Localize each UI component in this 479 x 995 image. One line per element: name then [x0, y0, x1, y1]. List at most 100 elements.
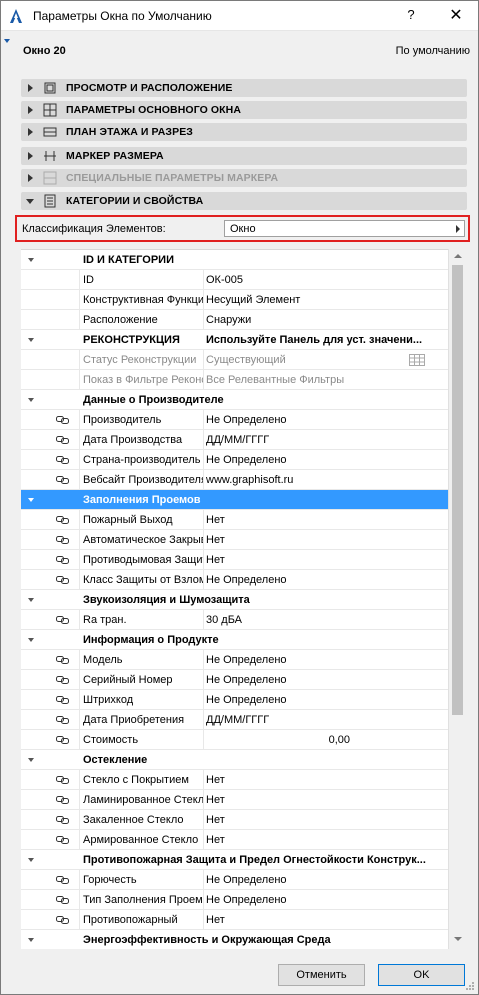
scrollbar[interactable] [448, 249, 465, 949]
collapse-icon[interactable] [28, 598, 34, 602]
ok-button[interactable]: OK [378, 964, 465, 986]
tree-property-row[interactable]: ID ОК-005 [21, 270, 448, 290]
collapse-icon[interactable] [28, 258, 34, 262]
tree-property-row[interactable]: Дата Приобретения ДД/ММ/ГГГГ [21, 710, 448, 730]
property-value[interactable]: Снаружи [206, 314, 251, 326]
panel-header[interactable]: КАТЕГОРИИ И СВОЙСТВА [21, 192, 467, 210]
property-value[interactable]: Нет [206, 814, 225, 826]
tree-property-row[interactable]: Показ в Фильтре РеконструкцииВсе Релеван… [21, 370, 448, 390]
tree-group-row[interactable]: Заполнения Проемов [21, 490, 448, 510]
tree-property-row[interactable]: Ламинированное Стекло Нет [21, 790, 448, 810]
property-name: Показ в Фильтре Реконструкции [83, 374, 203, 386]
property-value[interactable]: Не Определено [206, 654, 287, 666]
cancel-button[interactable]: Отменить [278, 964, 365, 986]
column-divider [79, 870, 80, 889]
tree-property-row[interactable]: Страна-производитель Не Определено [21, 450, 448, 470]
tree-property-row[interactable]: Расположение Снаружи [21, 310, 448, 330]
panel-header[interactable]: ПЛАН ЭТАЖА И РАЗРЕЗ [21, 123, 467, 141]
property-value[interactable]: 30 дБА [206, 614, 242, 626]
property-value[interactable]: Нет [206, 914, 225, 926]
property-value[interactable]: Несущий Элемент [206, 294, 300, 306]
tree-property-row[interactable]: Тип Заполнения Проема Не Определено [21, 890, 448, 910]
property-value[interactable]: Не Определено [206, 694, 287, 706]
tree-property-row[interactable]: Модель Не Определено [21, 650, 448, 670]
property-value: Используйте Панель для уст. значени... [206, 334, 423, 346]
help-button[interactable]: ? [399, 7, 423, 25]
property-value[interactable]: www.graphisoft.ru [206, 474, 293, 486]
tree-group-row[interactable]: РЕКОНСТРУКЦИЯ Используйте Панель для уст.… [21, 330, 448, 350]
property-value[interactable]: Все Релевантные Фильтры [206, 374, 344, 386]
tree-property-row[interactable]: Стекло с Покрытием Нет [21, 770, 448, 790]
collapse-icon[interactable] [28, 858, 34, 862]
property-value[interactable]: Нет [206, 534, 225, 546]
scroll-up-icon[interactable] [454, 254, 462, 258]
chevron-right-icon [28, 128, 33, 136]
favorites-arrow-icon[interactable] [4, 39, 10, 43]
property-value[interactable]: Нет [206, 794, 225, 806]
tree-property-row[interactable]: Статус Реконструкции Существующий [21, 350, 448, 370]
collapse-icon[interactable] [28, 338, 34, 342]
tree-property-row[interactable]: Серийный Номер Не Определено [21, 670, 448, 690]
tree-property-row[interactable]: Закаленное Стекло Нет [21, 810, 448, 830]
property-value[interactable]: Не Определено [206, 574, 287, 586]
column-divider [203, 550, 204, 569]
tree-property-row[interactable]: Противопожарный Нет [21, 910, 448, 930]
property-value[interactable]: ДД/ММ/ГГГГ [206, 434, 269, 446]
property-value[interactable]: Не Определено [206, 414, 287, 426]
property-value[interactable]: ОК-005 [206, 274, 243, 286]
panel-header[interactable]: СПЕЦИАЛЬНЫЕ ПАРАМЕТРЫ МАРКЕРА [21, 169, 467, 187]
tree-group-row[interactable]: Звукоизоляция и Шумозащита [21, 590, 448, 610]
tree-property-row[interactable]: Производитель Не Определено [21, 410, 448, 430]
tree-group-row[interactable]: Информация о Продукте [21, 630, 448, 650]
property-value[interactable]: ДД/ММ/ГГГГ [206, 714, 269, 726]
collapse-icon[interactable] [28, 398, 34, 402]
panel-header[interactable]: ПАРАМЕТРЫ ОСНОВНОГО ОКНА [21, 101, 467, 119]
tree-property-row[interactable]: Стоимость 0,00 [21, 730, 448, 750]
tree-property-row[interactable]: Автоматическое ЗакрываниеНет [21, 530, 448, 550]
column-divider [79, 470, 80, 489]
group-label: Остекление [83, 754, 148, 766]
panel-header[interactable]: ПРОСМОТР И РАСПОЛОЖЕНИЕ [21, 79, 467, 97]
property-value[interactable]: Не Определено [206, 454, 287, 466]
tree-property-row[interactable]: Дата Производства ДД/ММ/ГГГГ [21, 430, 448, 450]
classification-select[interactable]: Окно [224, 220, 465, 237]
resize-grip-icon[interactable] [465, 981, 475, 991]
close-button[interactable]: ✕ [444, 5, 468, 25]
panel-header[interactable]: МАРКЕР РАЗМЕРА [21, 147, 467, 165]
collapse-icon[interactable] [28, 498, 34, 502]
collapse-icon[interactable] [28, 938, 34, 942]
tree-group-row[interactable]: Энергоэффективность и Окружающая Среда [21, 930, 448, 949]
property-value[interactable]: Нет [206, 834, 225, 846]
tree-property-row[interactable]: Класс Защиты от Взлома Не Определено [21, 570, 448, 590]
link-icon [56, 716, 69, 724]
tree-property-row[interactable]: Противодымовая Защита Нет [21, 550, 448, 570]
property-number-value[interactable]: 0,00 [329, 734, 350, 746]
tree-property-row[interactable]: Пожарный Выход Нет [21, 510, 448, 530]
tree-property-row[interactable]: Армированное Стекло Нет [21, 830, 448, 850]
scroll-down-icon[interactable] [454, 937, 462, 941]
tree-property-row[interactable]: Штрихкод Не Определено [21, 690, 448, 710]
collapse-icon[interactable] [28, 758, 34, 762]
tree-property-row[interactable]: Горючесть Не Определено [21, 870, 448, 890]
property-value[interactable]: Не Определено [206, 894, 287, 906]
tree-property-row[interactable]: Конструктивная Функция Несущий Элемент [21, 290, 448, 310]
collapse-icon[interactable] [28, 638, 34, 642]
tree-group-row[interactable]: Остекление [21, 750, 448, 770]
property-value[interactable]: Нет [206, 554, 225, 566]
tree-group-row[interactable]: Данные о Производителе [21, 390, 448, 410]
scroll-thumb[interactable] [452, 265, 463, 715]
property-value[interactable]: Нет [206, 774, 225, 786]
tree-group-row[interactable]: ID И КАТЕГОРИИ [21, 250, 448, 270]
tree-property-row[interactable]: Ra тран. 30 дБА [21, 610, 448, 630]
property-value[interactable]: Не Определено [206, 674, 287, 686]
table-icon[interactable] [409, 354, 425, 366]
property-value[interactable]: Не Определено [206, 874, 287, 886]
property-value[interactable]: Существующий [206, 354, 286, 366]
tree-property-row[interactable]: Вебсайт Производителя www.graphisoft.ru [21, 470, 448, 490]
panel-label: СПЕЦИАЛЬНЫЕ ПАРАМЕТРЫ МАРКЕРА [66, 172, 279, 184]
column-divider [203, 870, 204, 889]
tree-group-row[interactable]: Противопожарная Защита и Предел Огнестой… [21, 850, 448, 870]
element-name: Окно 20 [23, 45, 66, 57]
property-value[interactable]: Нет [206, 514, 225, 526]
panel-label: МАРКЕР РАЗМЕРА [66, 150, 164, 162]
